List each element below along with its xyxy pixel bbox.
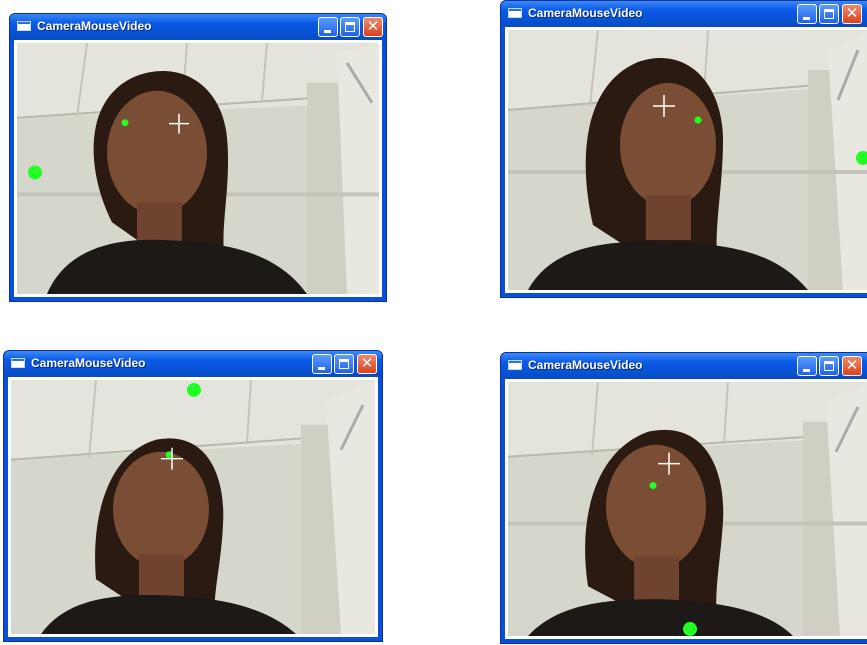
maximize-icon bbox=[339, 359, 349, 369]
maximize-button[interactable] bbox=[334, 354, 354, 374]
minimize-button[interactable] bbox=[797, 356, 817, 376]
window-icon bbox=[508, 360, 522, 370]
camera-image bbox=[508, 382, 867, 636]
camera-image bbox=[508, 30, 867, 290]
minimize-icon bbox=[324, 30, 331, 33]
minimize-button[interactable] bbox=[312, 354, 332, 374]
close-button[interactable]: ✕ bbox=[842, 356, 862, 376]
window-title: CameraMouseVideo bbox=[528, 358, 643, 372]
camera-feed bbox=[11, 380, 375, 634]
title-bar[interactable]: CameraMouseVideo ✕ bbox=[501, 1, 867, 27]
close-icon: ✕ bbox=[360, 355, 374, 372]
minimize-icon bbox=[318, 367, 325, 370]
maximize-icon bbox=[824, 9, 834, 19]
minimize-icon bbox=[803, 369, 810, 372]
window-title: CameraMouseVideo bbox=[31, 356, 146, 370]
video-frame bbox=[8, 377, 378, 637]
window-icon bbox=[508, 8, 522, 18]
minimize-button[interactable] bbox=[318, 17, 338, 37]
maximize-icon bbox=[345, 22, 355, 32]
title-bar[interactable]: CameraMouseVideo ✕ bbox=[10, 14, 386, 40]
minimize-icon bbox=[803, 17, 810, 20]
camera-window-2: CameraMouseVideo ✕ bbox=[500, 0, 867, 298]
maximize-button[interactable] bbox=[819, 356, 839, 376]
camera-image bbox=[11, 380, 375, 634]
close-icon: ✕ bbox=[366, 18, 380, 35]
camera-window-3: CameraMouseVideo ✕ bbox=[3, 350, 383, 642]
minimize-button[interactable] bbox=[797, 4, 817, 24]
window-title: CameraMouseVideo bbox=[37, 19, 152, 33]
camera-window-4: CameraMouseVideo ✕ bbox=[500, 352, 867, 644]
close-icon: ✕ bbox=[845, 357, 859, 374]
maximize-button[interactable] bbox=[340, 17, 360, 37]
window-icon bbox=[11, 358, 25, 368]
maximize-icon bbox=[824, 361, 834, 371]
camera-feed bbox=[508, 382, 867, 636]
video-frame bbox=[505, 379, 867, 639]
title-bar[interactable]: CameraMouseVideo ✕ bbox=[501, 353, 867, 379]
close-button[interactable]: ✕ bbox=[363, 17, 383, 37]
video-frame bbox=[505, 27, 867, 293]
close-icon: ✕ bbox=[845, 5, 859, 22]
camera-image bbox=[17, 43, 379, 294]
window-title: CameraMouseVideo bbox=[528, 6, 643, 20]
close-button[interactable]: ✕ bbox=[357, 354, 377, 374]
title-bar[interactable]: CameraMouseVideo ✕ bbox=[4, 351, 382, 377]
camera-window-1: CameraMouseVideo ✕ bbox=[9, 13, 387, 302]
camera-feed bbox=[508, 30, 867, 290]
video-frame bbox=[14, 40, 382, 297]
close-button[interactable]: ✕ bbox=[842, 4, 862, 24]
camera-feed bbox=[17, 43, 379, 294]
maximize-button[interactable] bbox=[819, 4, 839, 24]
window-icon bbox=[17, 21, 31, 31]
